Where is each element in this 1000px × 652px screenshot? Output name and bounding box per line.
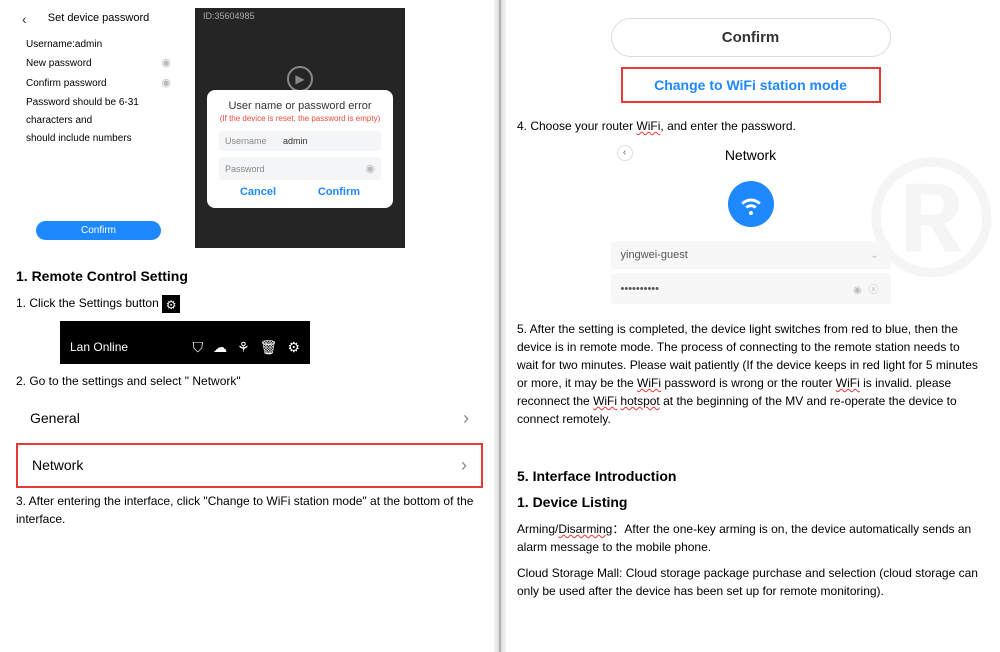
gear-icon[interactable]: ⚙ — [162, 295, 180, 313]
eye-icon[interactable]: ◉ — [853, 285, 864, 296]
left-page: ‹ Set device password Username:admin New… — [0, 0, 501, 652]
step-2: 2. Go to the settings and select " Netwo… — [16, 372, 483, 390]
phone-set-password: ‹ Set device password Username:admin New… — [16, 8, 181, 242]
confirm-button[interactable]: Confirm — [611, 18, 891, 57]
back-icon[interactable]: ‹ — [617, 145, 633, 161]
change-wifi-mode-button[interactable]: Change to WiFi station mode — [621, 67, 881, 103]
connection-status: Lan Online — [70, 340, 128, 354]
ssid-field[interactable]: yingwei-guest ⌄ — [611, 241, 891, 269]
eye-icon[interactable]: ◉ — [161, 74, 171, 94]
phone1-title: Set device password — [48, 12, 150, 24]
p1-line4: Password should be 6-31 characters and — [26, 94, 171, 130]
network-title: Network — [725, 147, 776, 163]
step-5: 5. After the setting is completed, the d… — [517, 320, 984, 428]
confirm-button[interactable]: Confirm — [36, 221, 161, 240]
section-interface-intro: 5. Interface Introduction — [517, 468, 984, 484]
p1-line5: should include numbers — [26, 130, 132, 148]
dialog-title: User name or password error — [219, 100, 381, 112]
back-icon[interactable]: ‹ — [22, 11, 27, 27]
page-spine — [494, 0, 506, 652]
eye-icon[interactable]: ◉ — [161, 54, 171, 74]
chevron-down-icon[interactable]: ⌄ — [870, 250, 880, 261]
menu-general[interactable]: General › — [16, 398, 483, 439]
network-panel: ‹ Network yingwei-guest ⌄ •••••••••• ◉ ⓧ — [611, 143, 891, 304]
chevron-right-icon: › — [461, 455, 467, 476]
pointer-arrow-icon: ☚ — [318, 329, 348, 366]
play-icon[interactable]: ▶ — [287, 66, 313, 92]
confirm-button[interactable]: Confirm — [318, 186, 360, 198]
wifi-password-field[interactable]: •••••••••• ◉ ⓧ — [611, 273, 891, 304]
menu-network[interactable]: Network › — [16, 443, 483, 488]
chevron-right-icon: › — [463, 408, 469, 429]
eye-icon[interactable]: ◉ — [365, 162, 375, 175]
dialog-subtitle: (If the device is reset, the password is… — [219, 114, 381, 123]
shield-icon[interactable]: ⛉ — [193, 339, 204, 356]
step-1: 1. Click the Settings button ⚙ — [16, 294, 483, 313]
trash-icon[interactable]: 🗑 — [260, 339, 278, 356]
username-field[interactable]: Username admin — [219, 131, 381, 151]
error-dialog: User name or password error (If the devi… — [207, 90, 393, 208]
p1-line2: New password — [26, 55, 92, 73]
right-page: ® Confirm Change to WiFi station mode 4.… — [501, 0, 1000, 652]
wifi-icon — [728, 181, 774, 227]
clear-icon[interactable]: ⓧ — [869, 285, 881, 296]
section-device-listing: 1. Device Listing — [517, 494, 984, 510]
device-id: ID:35604985 — [195, 8, 405, 24]
password-field[interactable]: Password ◉ — [219, 157, 381, 180]
cloud-text: Cloud Storage Mall: Cloud storage packag… — [517, 564, 984, 600]
arming-text: Arming/Disarming：After the one-key armin… — [517, 520, 984, 556]
step-3: 3. After entering the interface, click "… — [16, 492, 483, 528]
cancel-button[interactable]: Cancel — [240, 186, 276, 198]
p1-line3: Confirm password — [26, 75, 107, 93]
cloud-icon[interactable]: ☁ — [213, 339, 227, 356]
p1-line1: Username:admin — [26, 36, 102, 54]
phone-login-error: ID:35604985 ▶ User name or password erro… — [195, 8, 405, 248]
share-icon[interactable]: ⚘ — [237, 339, 250, 356]
gear-icon[interactable]: ⚙ — [287, 339, 300, 356]
section-remote-control: 1. Remote Control Setting — [16, 268, 483, 284]
device-toolbar: Lan Online ⛉ ☁ ⚘ 🗑 ⚙ ☚ — [60, 321, 310, 364]
step-4: 4. Choose your router WiFi, and enter th… — [517, 117, 984, 135]
